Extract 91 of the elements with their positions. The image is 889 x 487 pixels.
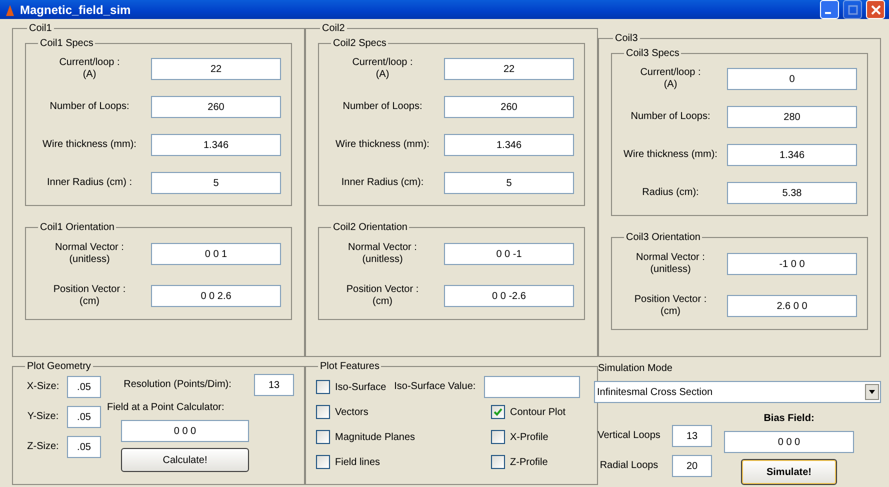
checkbox-label: Field lines [335, 456, 380, 468]
field-label: Radius (cm): [641, 187, 700, 199]
field-label: Vertical Loops [596, 430, 662, 442]
checkbox[interactable] [491, 455, 505, 469]
field-label: Current/loop : (A) [58, 57, 121, 81]
input-field[interactable]: -1 0 0 [727, 253, 857, 275]
group-title: Coil1 Specs [39, 38, 94, 49]
checkbox[interactable] [316, 430, 330, 444]
calculate-button[interactable]: Calculate! [121, 448, 249, 472]
input-field[interactable] [484, 376, 580, 398]
input-field[interactable]: 5.38 [727, 182, 857, 204]
field-label: Normal Vector : (unitless) [347, 242, 418, 266]
group-title: Coil3 Orientation [625, 232, 702, 243]
checkbox[interactable] [316, 405, 330, 419]
group-title: Coil2 Orientation [332, 222, 408, 233]
field-label: Bias Field: [764, 413, 814, 425]
field-label: Number of Loops: [630, 111, 712, 123]
group-title: Coil3 Specs [625, 48, 680, 59]
input-field[interactable]: 22 [444, 58, 574, 80]
checkbox-label: X-Profile [510, 432, 548, 442]
field-label: Normal Vector : (unitless) [54, 242, 125, 266]
window-title: Magnetic_field_sim [20, 2, 132, 16]
input-field[interactable]: 0 0 0 [724, 431, 854, 453]
field-label: Simulation Mode [598, 363, 674, 375]
dropdown-value: Infinitesmal Cross Section [596, 386, 713, 398]
checkbox[interactable] [316, 455, 330, 469]
close-button[interactable] [866, 0, 885, 19]
input-field[interactable]: 1.346 [727, 144, 857, 166]
field-label: Position Vector : (cm) [633, 294, 708, 318]
input-field[interactable]: 0 0 -2.6 [444, 285, 574, 307]
input-field[interactable]: 13 [672, 425, 712, 447]
checkbox-label: Iso-Surface [335, 382, 386, 392]
input-field[interactable]: 2.6 0 0 [727, 295, 857, 317]
mode-dropdown[interactable]: Infinitesmal Cross Section [594, 381, 881, 403]
checkbox[interactable] [316, 380, 330, 394]
field-label: Field at a Point Calculator: [107, 402, 226, 414]
field-label: Wire thickness (mm): [42, 139, 138, 151]
checkbox-label: Vectors [335, 406, 368, 418]
checkbox-label: Z-Profile [510, 456, 548, 468]
checkbox[interactable] [491, 405, 505, 419]
group-title: Coil1 Orientation [39, 222, 116, 233]
input-field[interactable]: 260 [151, 96, 281, 118]
input-field[interactable]: 1.346 [151, 134, 281, 156]
input-field[interactable]: 5 [151, 172, 281, 194]
input-field[interactable]: 0 0 1 [151, 243, 281, 265]
field-label: Normal Vector : (unitless) [635, 252, 706, 276]
field-label: Resolution (Points/Dim): [122, 379, 232, 391]
field-label: Number of Loops: [342, 101, 424, 113]
close-icon [870, 4, 880, 14]
field-label: Position Vector : (cm) [52, 284, 127, 308]
field-label: Wire thickness (mm): [334, 139, 430, 151]
input-field[interactable]: .05 [67, 376, 101, 398]
input-field[interactable]: 0 [727, 68, 857, 90]
simulate-button[interactable]: Simulate! [741, 459, 837, 485]
field-label: Current/loop : (A) [639, 67, 702, 91]
input-field[interactable]: 280 [727, 106, 857, 128]
input-field[interactable]: 22 [151, 58, 281, 80]
group-title: Plot Geometry [26, 361, 92, 372]
field-label: Y-Size: [26, 411, 60, 423]
field-label: Inner Radius (cm) : [46, 177, 134, 189]
input-field[interactable]: 0 0 0 [121, 420, 249, 442]
input-field[interactable]: 260 [444, 96, 574, 118]
input-field[interactable]: 13 [254, 374, 294, 396]
field-label: Wire thickness (mm): [622, 149, 718, 161]
input-field[interactable]: 5 [444, 172, 574, 194]
maximize-icon [848, 4, 858, 14]
field-label: Position Vector : (cm) [345, 284, 420, 308]
minimize-button[interactable] [820, 0, 839, 19]
input-field[interactable]: 1.346 [444, 134, 574, 156]
field-label: Z-Size: [26, 441, 60, 453]
group-title: Coil2 Specs [332, 38, 388, 49]
group-title: Plot Features [319, 361, 380, 372]
input-field[interactable]: .05 [67, 406, 101, 428]
input-field[interactable]: 20 [672, 455, 712, 477]
input-field[interactable]: 0 0 2.6 [151, 285, 281, 307]
input-field[interactable]: .05 [67, 436, 101, 458]
field-label: X-Size: [26, 381, 60, 393]
group-title: Coil2 [321, 23, 346, 34]
group-title: Coil3 [614, 33, 639, 44]
checkbox-label: Contour Plot [510, 406, 566, 418]
field-label: Inner Radius (cm): [340, 177, 425, 189]
field-label: Current/loop : (A) [351, 57, 414, 81]
checkbox[interactable] [491, 430, 505, 444]
field-label: Number of Loops: [48, 101, 130, 113]
checkbox-label: Magnitude Planes [335, 432, 416, 442]
group-title: Coil1 [28, 23, 53, 34]
minimize-icon [825, 12, 831, 14]
input-field[interactable]: 0 0 -1 [444, 243, 574, 265]
field-label: Radial Loops [598, 460, 660, 472]
app-icon [4, 2, 16, 16]
field-label: Iso-Surface Value: [394, 381, 476, 393]
